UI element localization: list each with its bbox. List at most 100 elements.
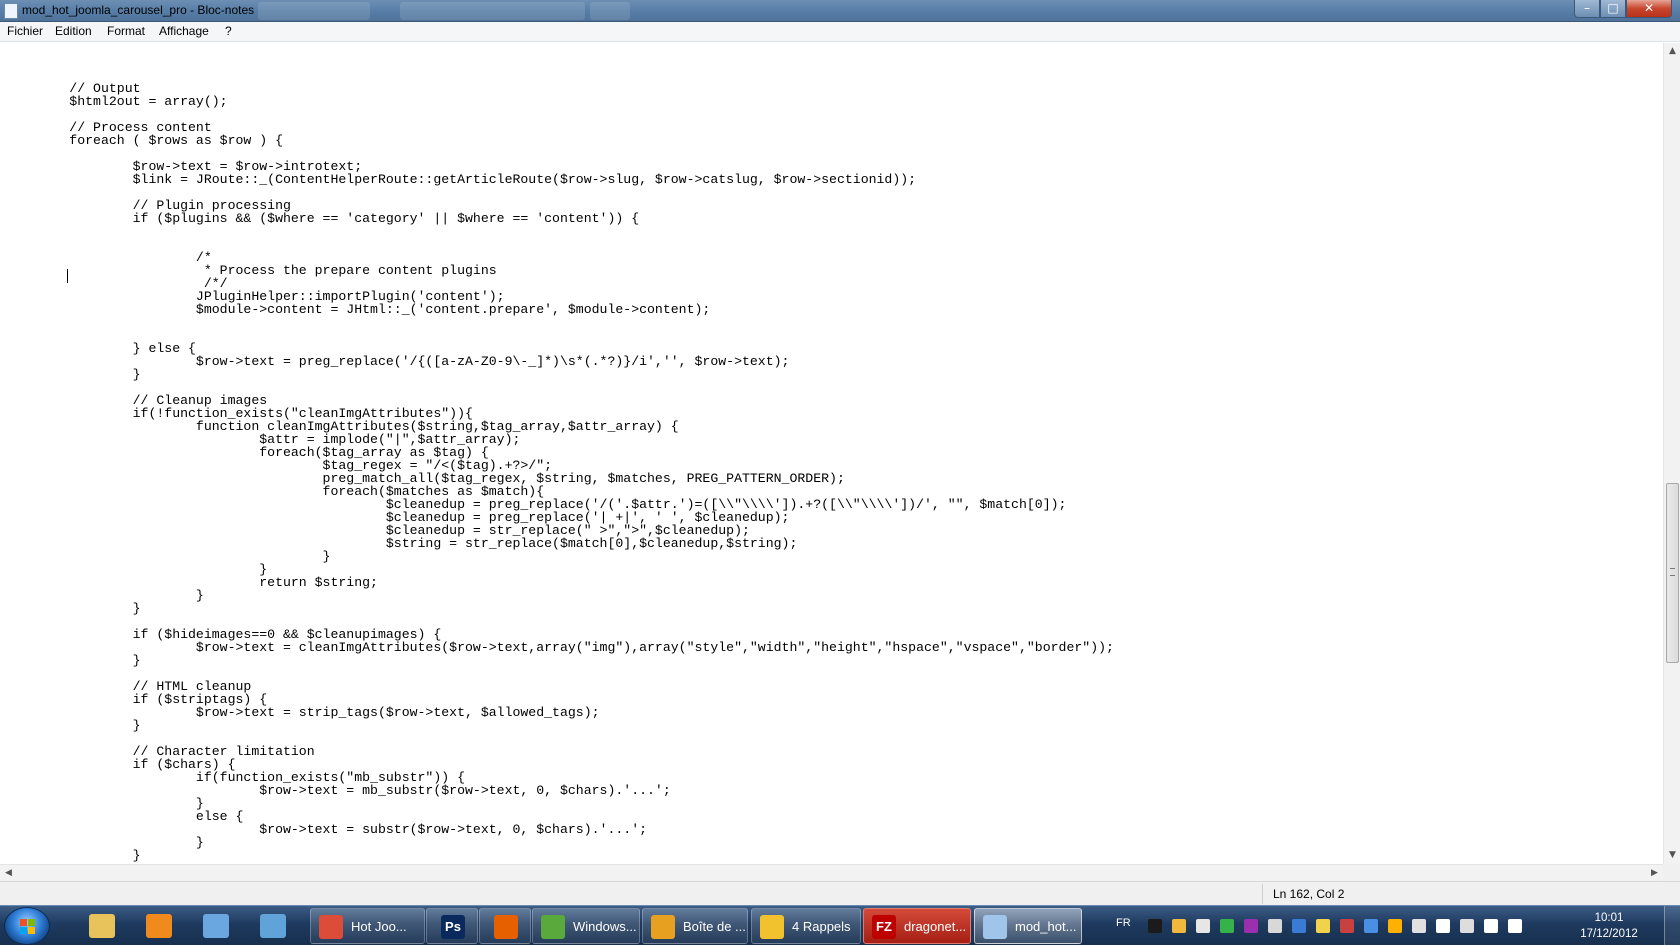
tray-icon[interactable]: [1316, 919, 1330, 933]
media-player-pinned-icon: [146, 914, 172, 938]
photoshop-icon: Ps: [441, 915, 465, 939]
system-tray: FR 10:01 17/12/2012: [1096, 906, 1680, 946]
show-desktop-button[interactable]: [1664, 906, 1680, 946]
scroll-right-arrow-icon[interactable]: ▶: [1646, 865, 1663, 882]
language-indicator[interactable]: FR: [1116, 917, 1131, 929]
code-text[interactable]: // Output $html2out = array(); // Proces…: [6, 69, 1114, 862]
code-line: }: [6, 653, 141, 668]
menu-edition[interactable]: Edition: [52, 24, 95, 38]
code-line: }: [6, 848, 141, 863]
messenger-icon: [541, 915, 565, 939]
menu-fichier[interactable]: Fichier: [4, 24, 46, 38]
task-label: mod_hot...: [1015, 919, 1077, 934]
vertical-scroll-thumb[interactable]: [1666, 483, 1679, 663]
code-line: $link = JRoute::_(ContentHelperRoute::ge…: [6, 172, 917, 187]
task-firefox[interactable]: [479, 908, 531, 944]
text-caret: [67, 269, 68, 283]
task-label: Windows...: [573, 919, 637, 934]
minimize-button[interactable]: –: [1574, 0, 1600, 18]
tray-icon[interactable]: [1508, 919, 1522, 933]
notepad-icon: [983, 915, 1007, 939]
scroll-up-arrow-icon[interactable]: ▲: [1664, 43, 1680, 60]
taskbar: Hot Joo... Ps Windows... Boîte de ... 4 Rapp…: [0, 905, 1680, 946]
task-label: 4 Rappels: [792, 919, 851, 934]
firefox-icon: [494, 915, 518, 939]
tray-icon[interactable]: [1436, 919, 1450, 933]
tray-icon[interactable]: [1484, 919, 1498, 933]
scrollbar-corner: [1663, 864, 1680, 881]
code-line: $row->text = strip_tags($row->text, $all…: [6, 705, 600, 720]
tray-icon[interactable]: [1340, 919, 1354, 933]
bell-icon: [760, 915, 784, 939]
code-line: $module->content = JHtml::_('content.pre…: [6, 302, 711, 317]
pinned-app[interactable]: [133, 909, 185, 943]
close-button[interactable]: ✕: [1626, 0, 1672, 18]
control-panel-pinned-icon: [260, 914, 286, 938]
notepad-app-icon[interactable]: [4, 3, 18, 19]
background-window-tab: [400, 2, 585, 20]
tray-icon[interactable]: [1148, 919, 1162, 933]
pinned-app[interactable]: [247, 909, 299, 943]
title-bar[interactable]: mod_hot_joomla_carousel_pro - Bloc-notes…: [0, 0, 1680, 22]
code-line: $row->text = cleanImgAttributes($row->te…: [6, 640, 1114, 655]
tray-icon[interactable]: [1364, 919, 1378, 933]
grip-icon: [1670, 568, 1675, 576]
pinned-app[interactable]: [76, 909, 128, 943]
task-label: Hot Joo...: [351, 919, 407, 934]
code-line: foreach ( $rows as $row ) {: [6, 133, 283, 148]
tray-icon[interactable]: [1268, 919, 1282, 933]
code-line: }: [6, 718, 141, 733]
horizontal-scrollbar[interactable]: ◀ ▶: [0, 864, 1663, 881]
chrome-icon: [319, 915, 343, 939]
tray-icon[interactable]: [1412, 919, 1426, 933]
tray-icon[interactable]: [1292, 919, 1306, 933]
tray-icon[interactable]: [1172, 919, 1186, 933]
code-line: if ($plugins && ($where == 'category' ||…: [6, 211, 640, 226]
explorer-pinned-icon: [89, 914, 115, 938]
tray-icon[interactable]: [1460, 919, 1474, 933]
task-chrome[interactable]: Hot Joo...: [310, 908, 425, 944]
tray-icon[interactable]: [1388, 919, 1402, 933]
menu-affichage[interactable]: Affichage: [156, 24, 212, 38]
code-line: }: [6, 367, 141, 382]
menu-format[interactable]: Format: [104, 24, 148, 38]
task-filezilla[interactable]: FZ dragonet...: [863, 908, 971, 944]
scroll-down-arrow-icon[interactable]: ▼: [1664, 847, 1680, 864]
code-line: }: [6, 601, 141, 616]
code-line: }: [6, 835, 204, 850]
background-window-tab: [590, 2, 630, 20]
task-reminders[interactable]: 4 Rappels: [751, 908, 861, 944]
tray-icon[interactable]: [1244, 919, 1258, 933]
code-line: }: [6, 588, 204, 603]
tray-icon[interactable]: [1220, 919, 1234, 933]
text-editor[interactable]: // Output $html2out = array(); // Proces…: [0, 43, 1663, 864]
window-title: mod_hot_joomla_carousel_pro - Bloc-notes: [22, 3, 255, 17]
task-label: Boîte de ...: [683, 919, 746, 934]
outlook-icon: [651, 915, 675, 939]
task-outlook[interactable]: Boîte de ...: [642, 908, 748, 944]
menu-help[interactable]: ?: [222, 24, 235, 38]
maximize-button[interactable]: □: [1600, 0, 1626, 18]
task-photoshop[interactable]: Ps: [426, 908, 478, 944]
filezilla-icon: FZ: [872, 915, 896, 939]
scroll-left-arrow-icon[interactable]: ◀: [0, 865, 17, 882]
background-window-tab: [258, 2, 370, 20]
task-label: dragonet...: [904, 919, 967, 934]
pinned-app[interactable]: [190, 909, 242, 943]
task-windows-live[interactable]: Windows...: [532, 908, 640, 944]
paint-pinned-icon: [203, 914, 229, 938]
code-line: $row->text = preg_replace('/{([a-zA-Z0-9…: [6, 354, 790, 369]
cursor-position: Ln 162, Col 2: [1273, 887, 1345, 901]
code-line: $html2out = array();: [6, 94, 228, 109]
task-notepad[interactable]: mod_hot...: [974, 908, 1082, 944]
start-button[interactable]: [4, 907, 50, 945]
clock-time: 10:01: [1594, 912, 1624, 924]
clock-date: 17/12/2012: [1580, 928, 1638, 940]
tray-icon[interactable]: [1196, 919, 1210, 933]
notepad-window: mod_hot_joomla_carousel_pro - Bloc-notes…: [0, 0, 1680, 905]
vertical-scrollbar[interactable]: ▲ ▼: [1663, 43, 1680, 864]
clock[interactable]: 10:01 17/12/2012: [1574, 910, 1644, 942]
